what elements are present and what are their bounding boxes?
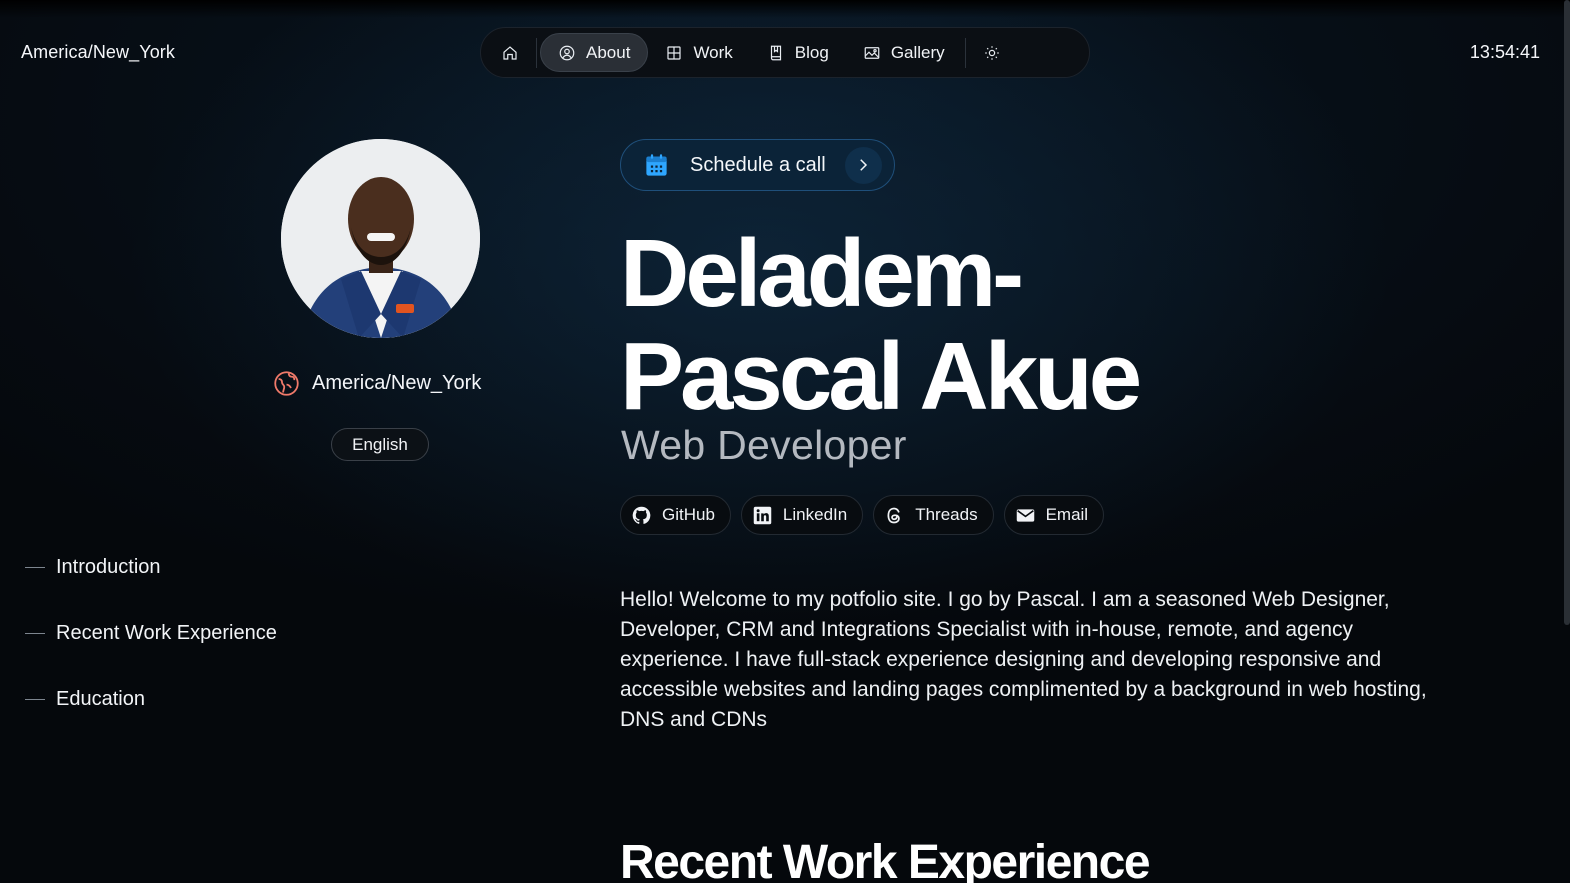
calendar-icon [646, 153, 667, 176]
nav-work[interactable]: Work [648, 33, 749, 72]
github-label: GitHub [662, 505, 715, 524]
nav-about-label: About [586, 42, 631, 62]
mail-icon [1016, 508, 1034, 522]
image-icon [864, 46, 880, 59]
header-clock: 13:54:41 [1469, 42, 1540, 62]
chevron-right-icon [860, 159, 868, 171]
nav-blog-label: Blog [794, 42, 829, 62]
section-title-recent-work: Recent Work Experience [620, 836, 1151, 883]
toc-item-label: Recent Work Experience [56, 621, 277, 644]
schedule-call-button[interactable]: Schedule a call [620, 139, 895, 191]
toc-item-recent-work-experience[interactable]: Recent Work Experience [25, 618, 277, 648]
toc-item-introduction[interactable]: Introduction [25, 552, 277, 582]
schedule-call-arrow [844, 146, 882, 184]
scrollbar[interactable] [1564, 0, 1570, 625]
linkedin-icon [753, 506, 772, 524]
nav-work-label: Work [693, 42, 733, 62]
toc-item-label: Introduction [56, 555, 161, 578]
nav-home[interactable] [487, 33, 533, 72]
top-fade [0, 0, 1570, 18]
theme-toggle-button[interactable] [969, 33, 1015, 72]
page-title-line1: Deladem- [620, 220, 1024, 327]
profile-location: America/New_York [273, 370, 481, 397]
header-timezone: America/New_York [21, 42, 175, 62]
social-links: GitHub LinkedIn Threads Email [620, 495, 1105, 535]
profile-photo [281, 139, 480, 338]
page-title: Deladem- Pascal Akue [620, 222, 1320, 428]
threads-link[interactable]: Threads [873, 495, 994, 535]
nav-divider [964, 37, 966, 68]
nav-gallery[interactable]: Gallery [846, 33, 962, 72]
toc-item-label: Education [56, 687, 145, 710]
schedule-call-label: Schedule a call [690, 153, 826, 176]
email-link[interactable]: Email [1003, 495, 1105, 535]
grid-icon [667, 45, 682, 60]
user-circle-icon [559, 45, 575, 60]
home-icon [503, 45, 517, 60]
nav-about[interactable]: About [540, 33, 649, 72]
linkedin-label: LinkedIn [782, 505, 848, 524]
toc-dash [25, 566, 45, 568]
main-nav: About Work Blog Gallery [480, 27, 1090, 78]
github-link[interactable]: GitHub [620, 495, 731, 535]
toc-dash [25, 698, 45, 700]
language-badge: English [331, 428, 429, 461]
page-title-line2: Pascal Akue [620, 323, 1142, 430]
nav-divider [536, 37, 537, 68]
sun-icon [984, 45, 999, 60]
globe-icon [274, 371, 299, 396]
linkedin-link[interactable]: LinkedIn [740, 495, 864, 535]
nav-gallery-label: Gallery [890, 42, 945, 62]
email-label: Email [1045, 505, 1089, 524]
table-of-contents: Introduction Recent Work Experience Educ… [25, 552, 277, 750]
page-subtitle: Web Developer [621, 422, 907, 468]
nav-blog[interactable]: Blog [750, 33, 846, 72]
introduction-text: Hello! Welcome to my potfolio site. I go… [620, 588, 1427, 731]
threads-icon [887, 507, 900, 523]
avatar [281, 139, 480, 338]
threads-label: Threads [915, 505, 978, 524]
toc-item-education[interactable]: Education [25, 684, 277, 714]
github-icon [632, 506, 651, 524]
book-icon [770, 45, 781, 60]
profile-location-label: America/New_York [312, 372, 482, 394]
toc-dash [25, 632, 45, 634]
